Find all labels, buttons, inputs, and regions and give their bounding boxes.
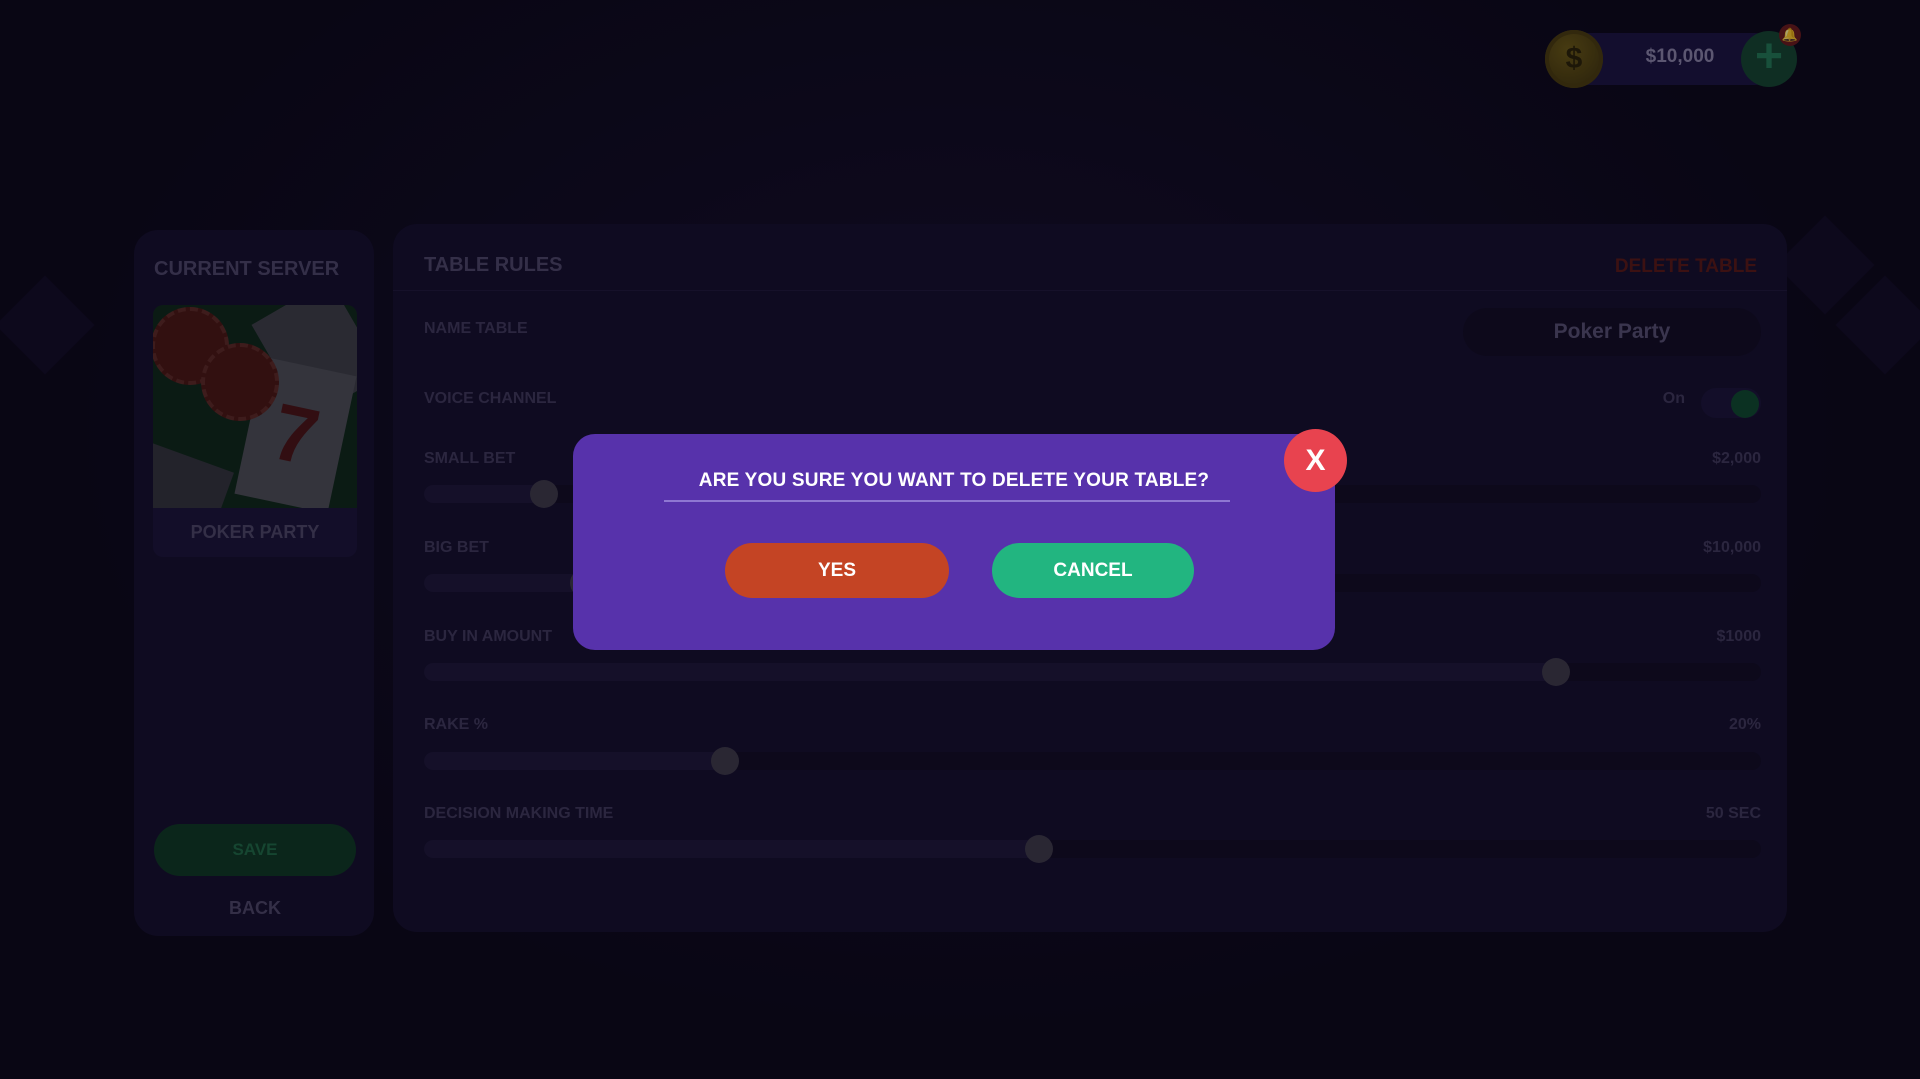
- yes-button[interactable]: YES: [725, 543, 949, 598]
- dialog-divider: [664, 500, 1230, 502]
- close-icon: X: [1305, 443, 1326, 477]
- delete-confirmation-dialog: ARE YOU SURE YOU WANT TO DELETE YOUR TAB…: [573, 434, 1335, 650]
- cancel-button[interactable]: CANCEL: [992, 543, 1194, 598]
- close-dialog-button[interactable]: X: [1284, 429, 1347, 492]
- dialog-title: ARE YOU SURE YOU WANT TO DELETE YOUR TAB…: [698, 470, 1210, 491]
